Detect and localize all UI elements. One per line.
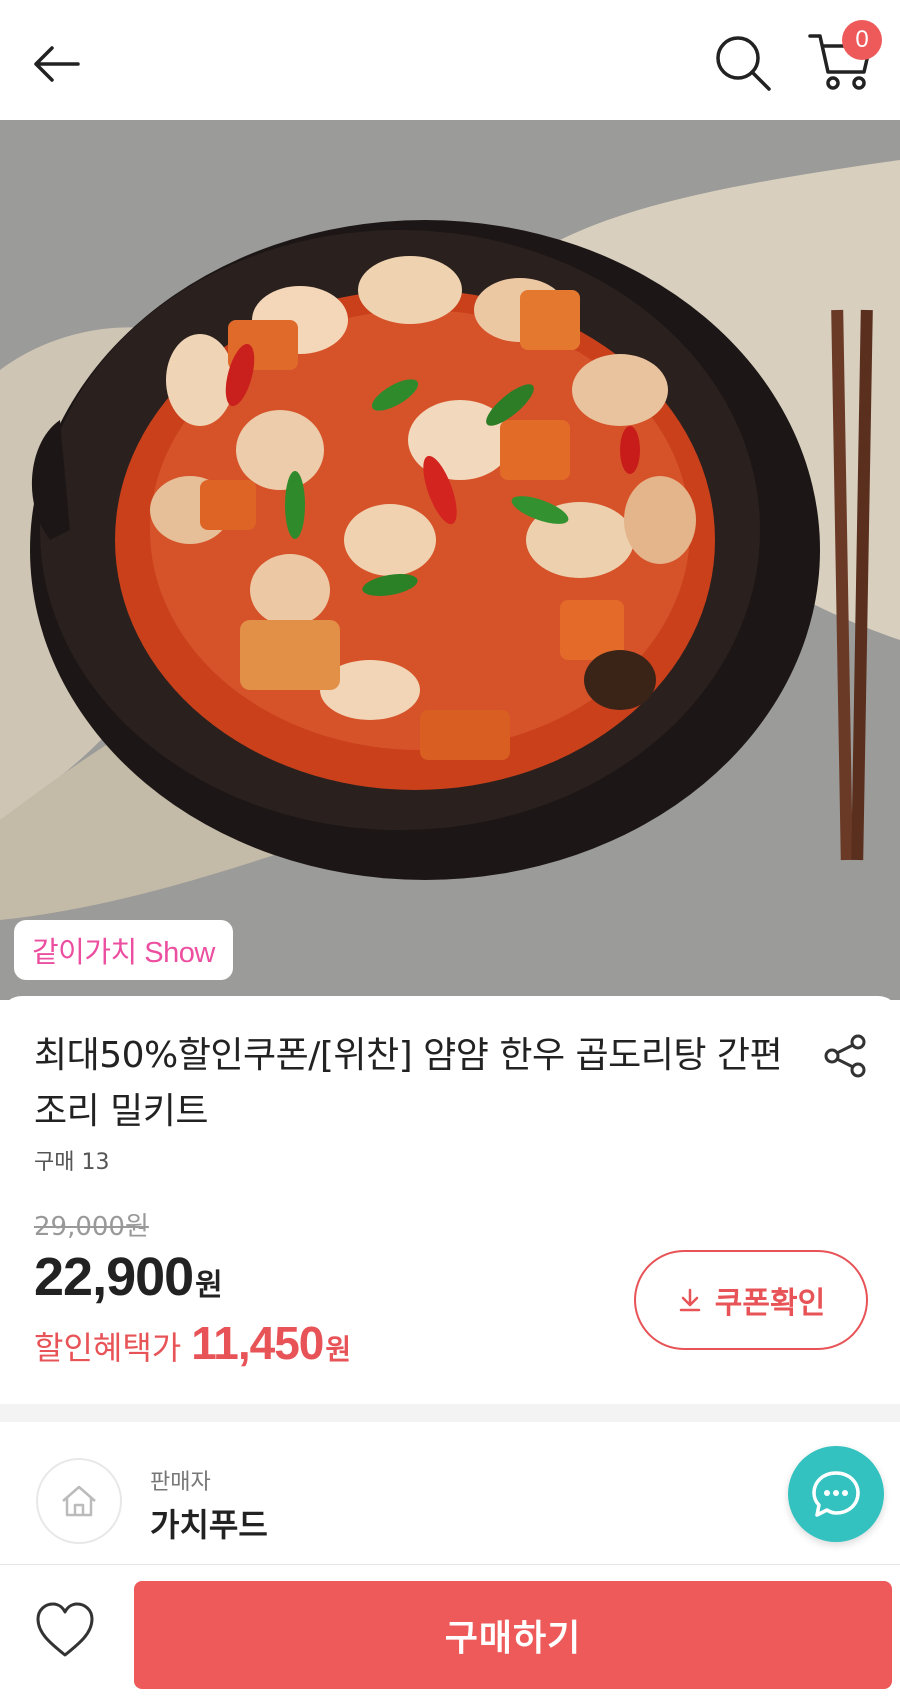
seller-section[interactable]: 판매자 가치푸드 (0, 1422, 900, 1564)
bottom-bar: 구매하기 (0, 1564, 900, 1699)
product-title: 최대50%할인쿠폰/[위찬] 얌얌 한우 곱도리탕 간편조리 밀키트 (34, 1035, 783, 1132)
share-icon (824, 1034, 866, 1078)
show-badge[interactable]: 같이가치 Show (14, 920, 233, 980)
seller-avatar[interactable] (36, 1458, 122, 1544)
discount-price-value: 11,450 (191, 1317, 324, 1369)
back-button[interactable] (28, 36, 84, 92)
purchase-count: 구매 13 (34, 1150, 110, 1175)
section-divider (0, 1404, 900, 1422)
arrow-left-icon (34, 46, 80, 82)
coupon-check-button[interactable]: 쿠폰확인 (634, 1250, 868, 1350)
original-price: 29,000원 (34, 1212, 149, 1242)
seller-label: 판매자 (150, 1470, 211, 1495)
discount-label: 할인혜택가 (34, 1329, 182, 1367)
buy-button[interactable]: 구매하기 (134, 1581, 892, 1689)
product-info: 최대50%할인쿠폰/[위찬] 얌얌 한우 곱도리탕 간편조리 밀키트 구매 13… (0, 996, 900, 1406)
home-icon (62, 1485, 96, 1517)
sale-price-value: 22,900 (34, 1247, 194, 1307)
top-bar (0, 0, 900, 120)
seller-name[interactable]: 가치푸드 (150, 1500, 268, 1546)
share-button[interactable] (822, 1032, 870, 1080)
cart-count-badge: 0 (842, 20, 882, 60)
search-icon (716, 36, 771, 91)
wishlist-button[interactable] (30, 1595, 100, 1665)
sale-price-unit: 원 (195, 1269, 223, 1302)
search-button[interactable] (712, 32, 774, 94)
chat-button[interactable] (788, 1446, 884, 1542)
sale-price: 22,900원 (34, 1246, 223, 1308)
coupon-check-label: 쿠폰확인 (714, 1286, 826, 1321)
discount-price: 할인혜택가 11,450 원 (34, 1316, 351, 1370)
product-image (0, 120, 900, 1000)
chat-icon (812, 1471, 860, 1517)
heart-icon (36, 1602, 94, 1657)
download-icon (679, 1288, 701, 1312)
discount-price-unit: 원 (325, 1333, 352, 1366)
